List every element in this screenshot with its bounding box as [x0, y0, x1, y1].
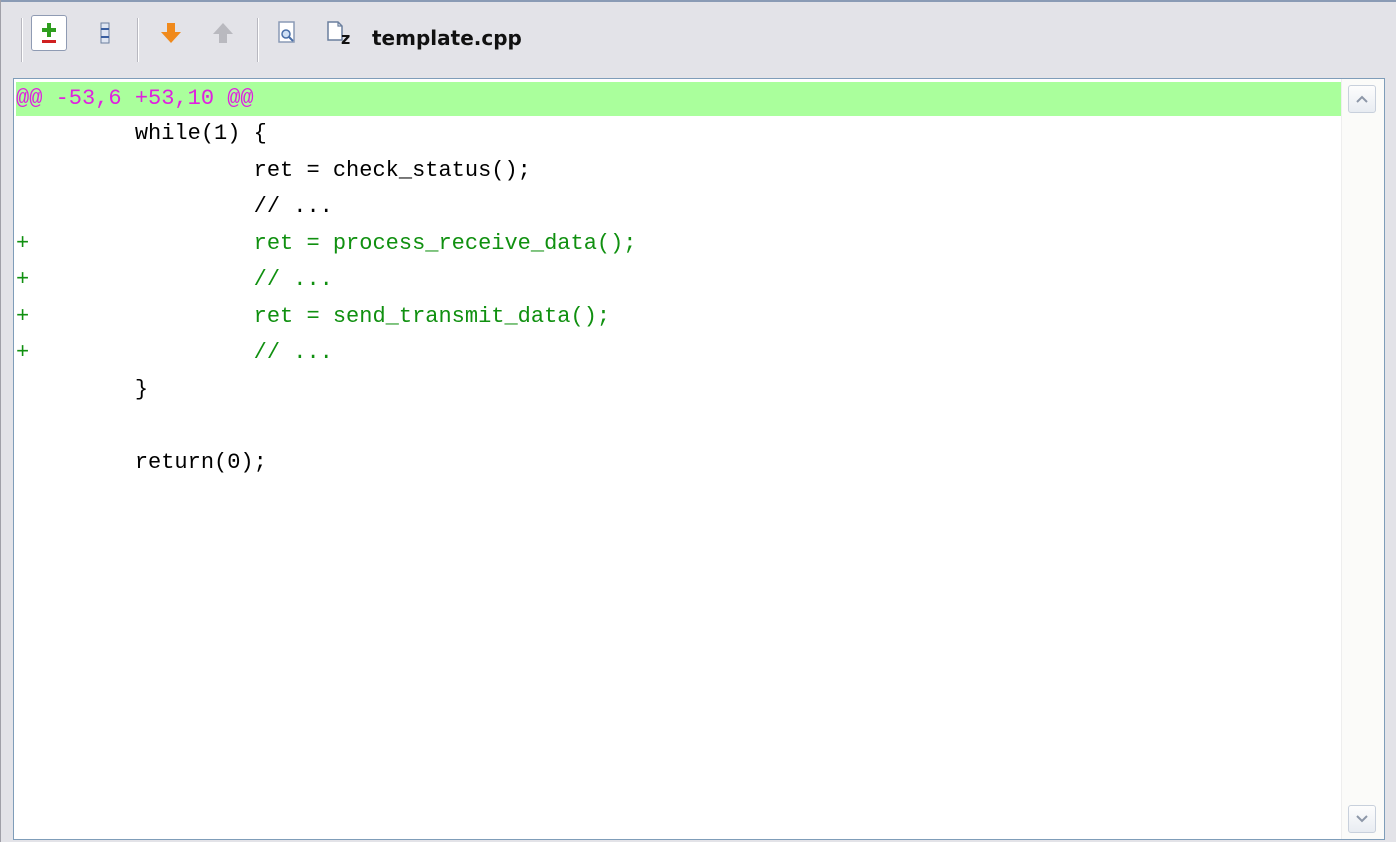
previous-change-button[interactable] — [205, 15, 241, 51]
file-name-label: template.cpp — [372, 26, 522, 50]
code-line: ret = check_status(); — [16, 157, 531, 183]
preview-button[interactable] — [269, 15, 305, 51]
diff-editor[interactable]: @@ -53,6 +53,10 @@ while(1) { ret = chec… — [13, 78, 1385, 840]
collapse-button[interactable] — [87, 15, 123, 51]
arrow-down-icon — [161, 23, 181, 43]
toggle-diff-button[interactable] — [31, 15, 67, 51]
toolbar-separator — [137, 18, 139, 62]
code-line: while(1) { — [16, 121, 267, 146]
next-change-button[interactable] — [153, 15, 189, 51]
arrow-up-icon — [213, 23, 233, 43]
collapse-lines-icon — [100, 22, 110, 44]
vertical-scrollbar[interactable] — [1341, 79, 1384, 839]
toolbar-separator — [257, 18, 259, 62]
diff-viewer-window: z template.cpp @@ -53,6 +53,10 @@ while(… — [0, 0, 1396, 842]
diff-code-area: @@ -53,6 +53,10 @@ while(1) { ret = chec… — [16, 82, 1342, 481]
file-type-button[interactable]: z — [323, 15, 359, 51]
document-search-icon — [278, 21, 295, 43]
chevron-up-icon — [1356, 95, 1368, 103]
added-line: + ret = send_transmit_data(); — [16, 303, 611, 329]
code-line: // ... — [16, 194, 333, 219]
svg-text:z: z — [341, 29, 350, 46]
chevron-down-icon — [1356, 815, 1368, 823]
toolbar: z template.cpp — [1, 2, 1396, 76]
added-line: + // ... — [16, 267, 333, 292]
added-line: + ret = process_receive_data(); — [16, 230, 637, 256]
plus-minus-icon — [42, 23, 56, 43]
toolbar-separator — [21, 18, 23, 62]
zip-file-icon: z — [327, 21, 350, 46]
code-line: return(0); — [16, 449, 267, 475]
scroll-up-button[interactable] — [1348, 85, 1376, 113]
code-line: } — [16, 376, 149, 402]
hunk-header: @@ -53,6 +53,10 @@ — [16, 82, 1342, 116]
scroll-down-button[interactable] — [1348, 805, 1376, 833]
added-line: + // ... — [16, 340, 333, 365]
